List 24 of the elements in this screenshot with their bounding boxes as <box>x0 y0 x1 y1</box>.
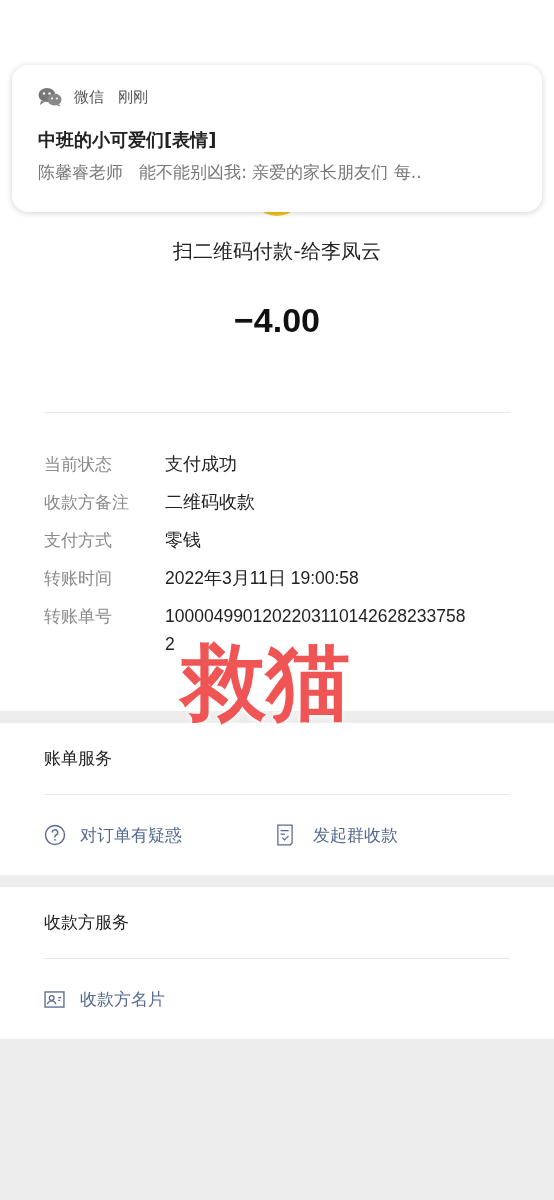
question-icon <box>44 824 66 846</box>
service-link[interactable]: 收款方名片 <box>80 987 165 1011</box>
detail-value: 支付成功 <box>165 453 238 476</box>
notification-time: 刚刚 <box>118 87 148 107</box>
detail-value: 2022年3月11日 19:00:58 <box>165 567 360 590</box>
detail-value: 二维码收款 <box>165 491 256 514</box>
detail-label: 收款方备注 <box>44 491 130 514</box>
payment-title: 扫二维码付款-给李凤云 <box>173 238 381 265</box>
notification-title: 中班的小可爱们[表情] <box>38 128 218 152</box>
detail-label: 当前状态 <box>44 453 113 476</box>
detail-label: 支付方式 <box>44 529 113 552</box>
notification-message: 陈馨睿老师 能不能别凶我: 亲爱的家长朋友们 每.. <box>38 161 423 184</box>
app-name: 微信 <box>74 87 104 107</box>
detail-label: 转账单号 <box>44 605 113 628</box>
detail-value: 零钱 <box>165 529 202 552</box>
bill-icon <box>277 824 293 846</box>
section-title: 收款方服务 <box>44 887 510 959</box>
contact-card-icon <box>44 990 65 1008</box>
service-link[interactable]: 发起群收款 <box>313 823 398 847</box>
notification-card[interactable]: 微信 刚刚 中班的小可爱们[表情] 陈馨睿老师 能不能别凶我: 亲爱的家长朋友们 每.. <box>12 65 542 212</box>
chat-bubbles-icon <box>38 87 62 107</box>
detail-label: 转账时间 <box>44 567 113 590</box>
payment-amount: −4.00 <box>234 300 320 341</box>
service-link[interactable]: 对订单有疑惑 <box>80 823 182 847</box>
